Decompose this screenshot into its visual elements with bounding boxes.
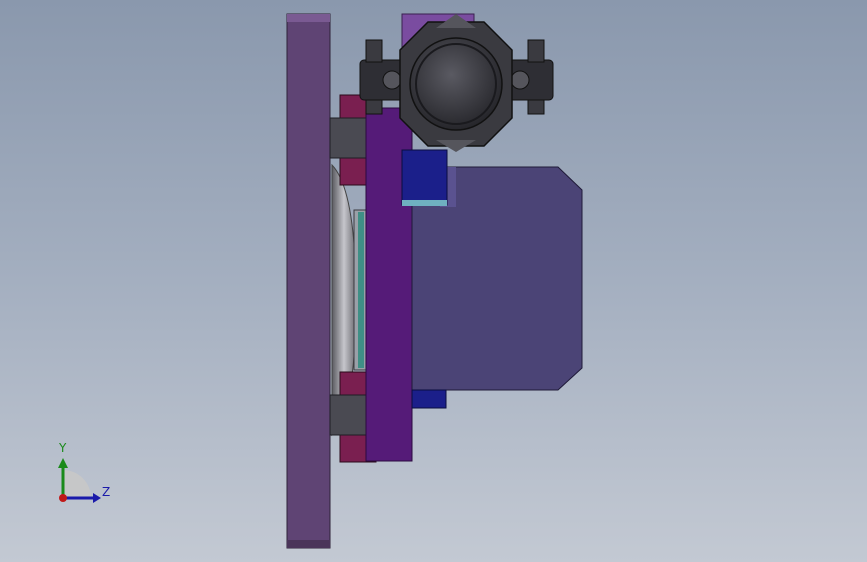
blue-block-upper bbox=[401, 149, 448, 206]
back-plate bbox=[286, 13, 331, 549]
z-axis-arrow bbox=[93, 493, 101, 503]
assembly-model[interactable] bbox=[0, 0, 867, 562]
triad-origin bbox=[59, 494, 67, 502]
y-axis-arrow bbox=[58, 458, 68, 468]
axis-triad bbox=[58, 458, 101, 503]
3d-viewport[interactable]: Y Z bbox=[0, 0, 867, 562]
z-axis-label: Z bbox=[102, 485, 111, 499]
blue-block-lower bbox=[411, 389, 447, 409]
triad-quadrant bbox=[63, 470, 91, 498]
y-axis-label: Y bbox=[59, 441, 67, 455]
